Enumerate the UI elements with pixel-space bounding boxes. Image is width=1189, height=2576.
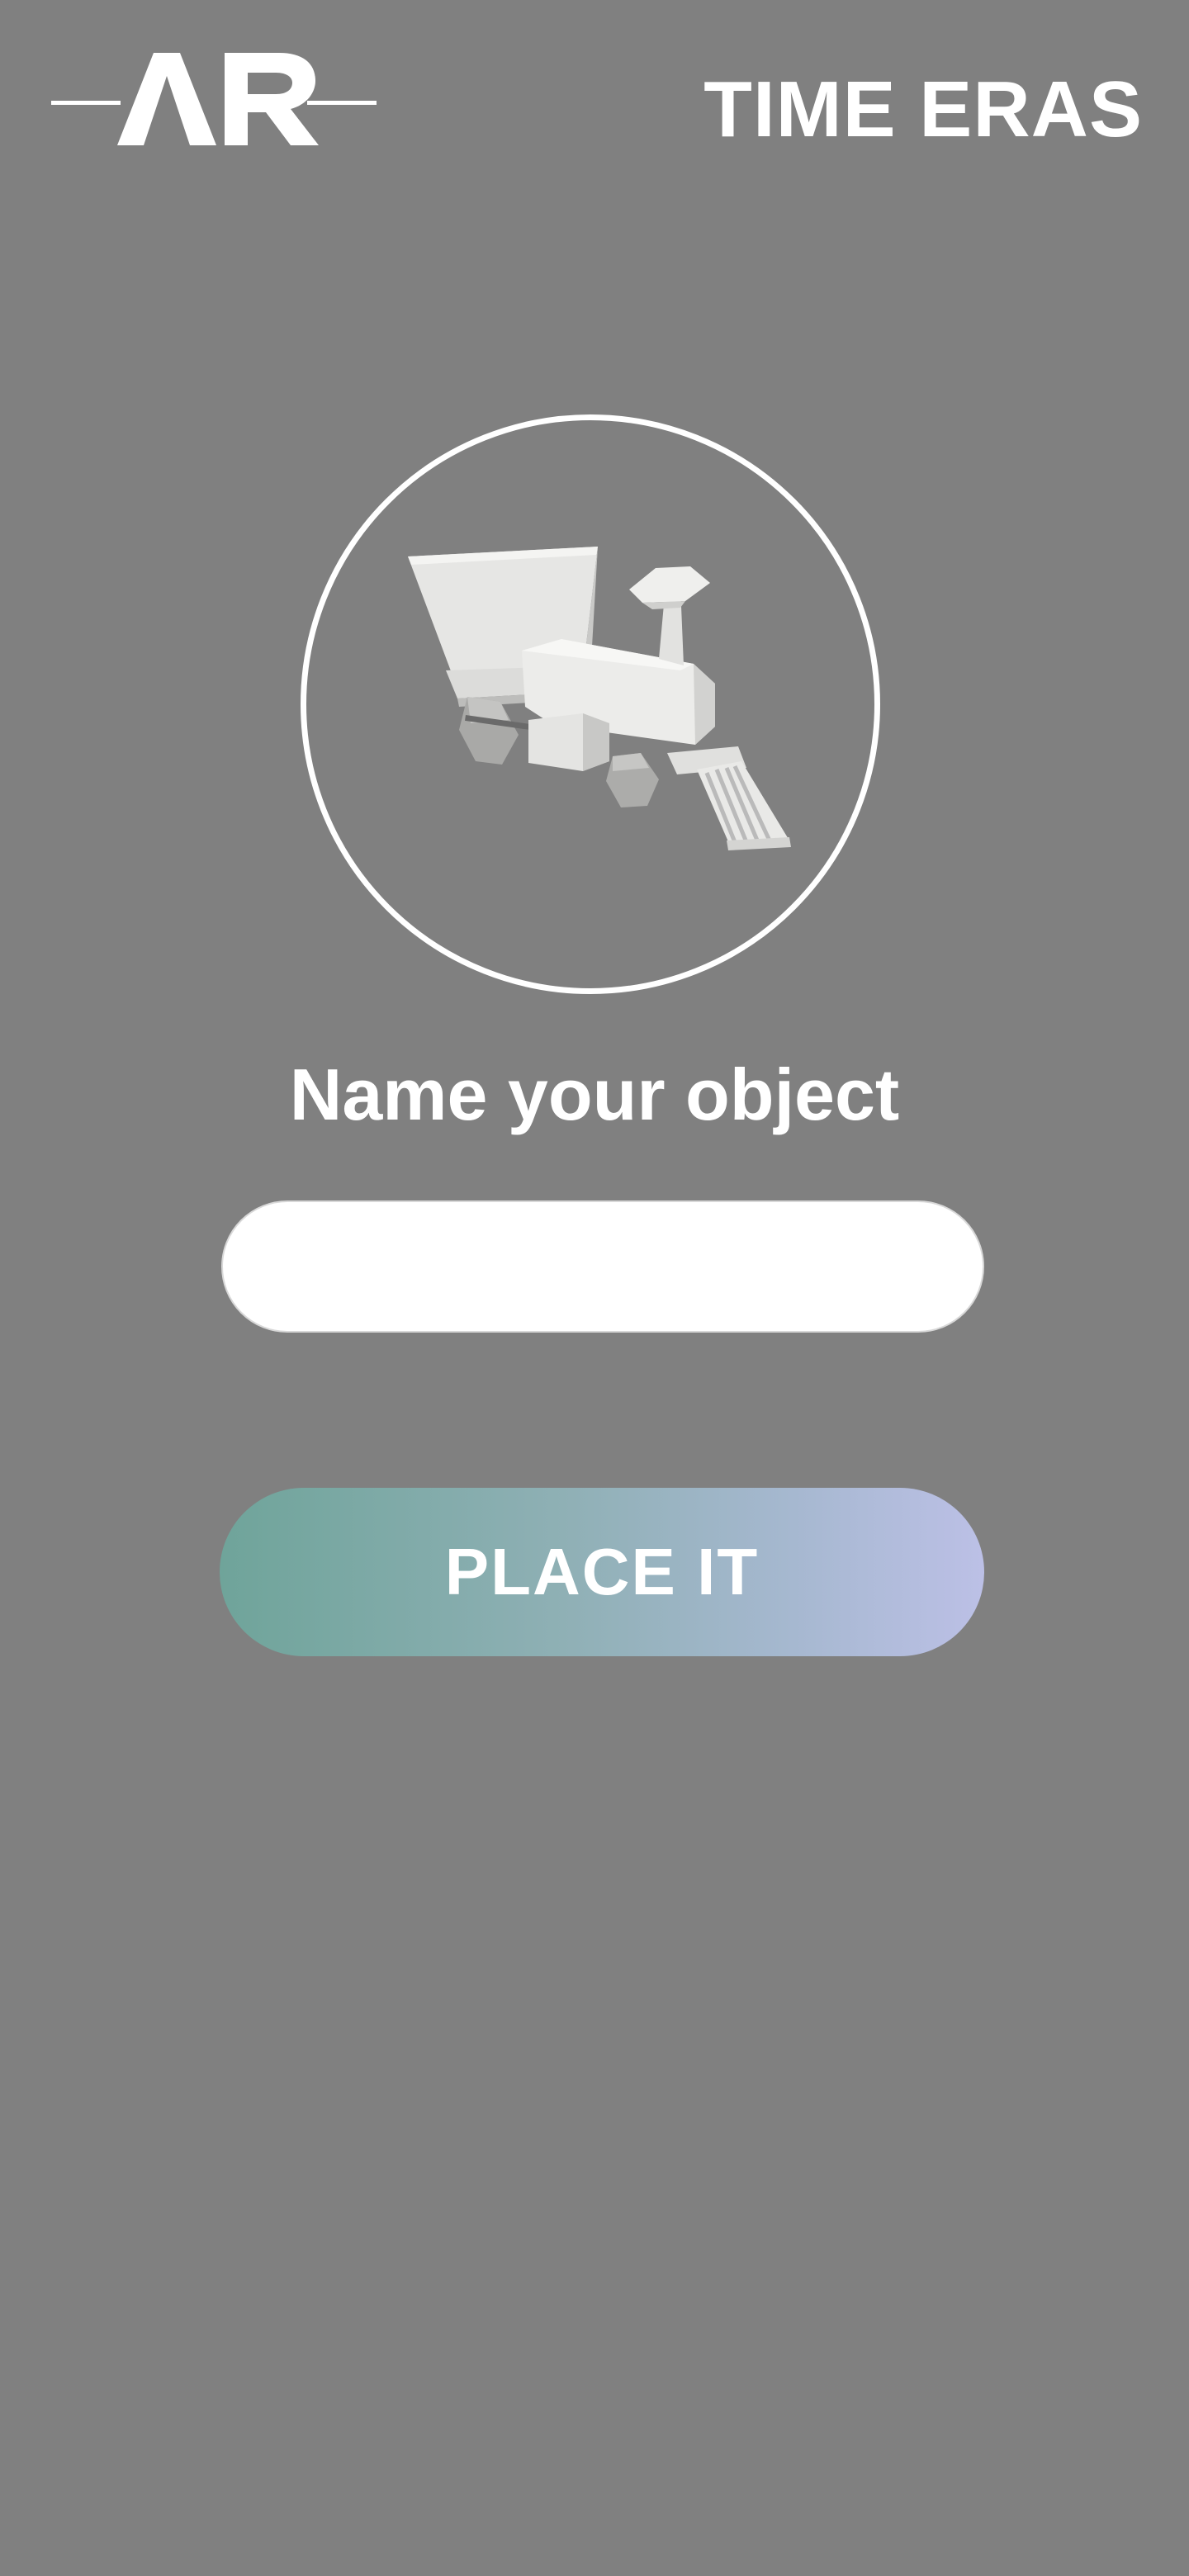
app-title: TIME ERAS	[703, 65, 1143, 154]
app-header: TIME ERAS	[0, 0, 1189, 215]
train-icon	[408, 547, 791, 850]
place-it-button[interactable]: PLACE IT	[220, 1488, 984, 1656]
ar-logo	[51, 53, 377, 145]
object-name-input[interactable]	[221, 1200, 984, 1333]
name-prompt-label: Name your object	[289, 1054, 900, 1135]
